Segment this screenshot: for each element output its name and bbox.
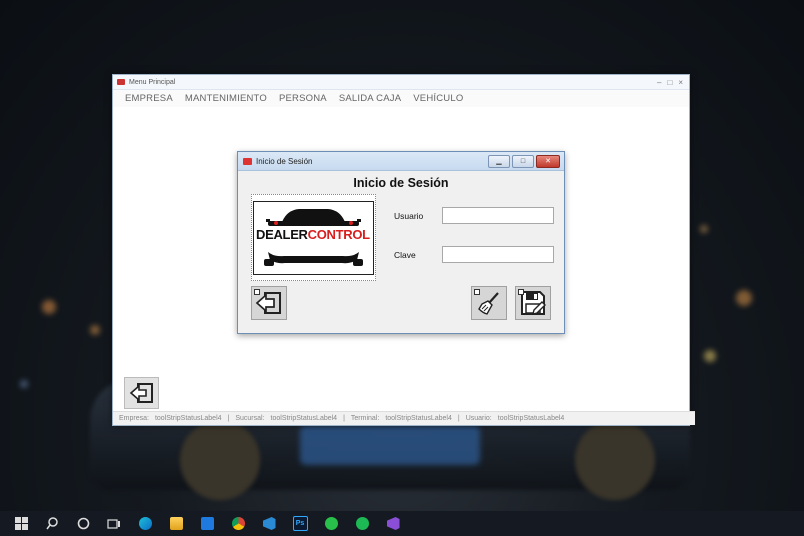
- main-exit-button[interactable]: [124, 377, 159, 409]
- logo-picture-box: DEALERCONTROL: [251, 194, 376, 281]
- login-heading: Inicio de Sesión: [353, 176, 449, 190]
- clave-label: Clave: [394, 250, 416, 260]
- status-empresa-label: Empresa:: [119, 415, 149, 422]
- task-view-icon[interactable]: [104, 514, 124, 534]
- status-usuario-value: toolStripStatusLabel4: [497, 415, 565, 422]
- logo-text-control: CONTROL: [307, 227, 370, 242]
- whatsapp-icon[interactable]: [321, 514, 341, 534]
- vscode-icon[interactable]: [259, 514, 279, 534]
- close-button[interactable]: ✕: [536, 154, 560, 168]
- mail-icon[interactable]: [197, 514, 217, 534]
- minimize-button[interactable]: ▁: [488, 154, 510, 168]
- menu-persona[interactable]: PERSONA: [279, 93, 327, 104]
- menu-salida-caja[interactable]: SALIDA CAJA: [339, 93, 401, 104]
- photoshop-icon[interactable]: Ps: [290, 514, 310, 534]
- status-terminal-label: Terminal:: [350, 415, 380, 422]
- maximize-button[interactable]: □: [512, 154, 534, 168]
- status-bar: Empresa: toolStripStatusLabel4 | Sucursa…: [113, 411, 695, 425]
- file-explorer-icon[interactable]: [166, 514, 186, 534]
- windows-taskbar: Ps: [0, 511, 804, 536]
- search-icon[interactable]: [42, 514, 62, 534]
- login-dialog: Inicio de Sesión ▁ □ ✕ Inicio de Sesión …: [237, 151, 565, 334]
- maximize-icon: □: [520, 157, 526, 165]
- visual-studio-icon[interactable]: [383, 514, 403, 534]
- edge-icon[interactable]: [135, 514, 155, 534]
- status-separator: |: [343, 415, 345, 422]
- chrome-icon[interactable]: [228, 514, 248, 534]
- menu-bar: EMPRESA MANTENIMIENTO PERSONA SALIDA CAJ…: [113, 90, 689, 107]
- windows-start-icon[interactable]: [11, 514, 31, 534]
- menu-mantenimiento[interactable]: MANTENIMIENTO: [185, 93, 267, 104]
- login-dialog-titlebar[interactable]: Inicio de Sesión ▁ □ ✕: [238, 152, 564, 171]
- status-separator: |: [227, 415, 230, 422]
- usuario-input[interactable]: [442, 207, 554, 224]
- clear-button[interactable]: [471, 286, 507, 320]
- app-icon: [117, 79, 125, 85]
- main-window-titlebar[interactable]: Menu Principal – □ ×: [113, 75, 689, 90]
- main-window-title: Menu Principal: [129, 78, 176, 86]
- cortana-icon[interactable]: [73, 514, 93, 534]
- clave-input[interactable]: [442, 246, 554, 263]
- status-sucursal-label: Sucursal:: [235, 415, 265, 422]
- minimize-icon: ▁: [496, 158, 502, 165]
- usuario-label: Usuario: [394, 211, 424, 221]
- menu-empresa[interactable]: EMPRESA: [125, 93, 173, 104]
- logo-text-dealer: DEALER: [256, 227, 308, 242]
- dealer-control-logo: DEALERCONTROL: [253, 201, 374, 275]
- exit-arrow-icon: [129, 383, 153, 403]
- status-sucursal-value: toolStripStatusLabel4: [270, 415, 338, 422]
- menu-vehiculo[interactable]: VEHÍCULO: [413, 93, 463, 104]
- status-separator: |: [457, 415, 460, 422]
- spotify-icon[interactable]: [352, 514, 372, 534]
- maximize-icon[interactable]: □: [667, 78, 672, 87]
- app-icon: [243, 157, 252, 165]
- save-button[interactable]: [515, 286, 551, 320]
- status-usuario-label: Usuario:: [465, 415, 492, 422]
- exit-button[interactable]: [251, 286, 287, 320]
- status-empresa-value: toolStripStatusLabel4: [154, 415, 222, 422]
- close-icon[interactable]: ×: [678, 78, 683, 87]
- close-icon: ✕: [545, 158, 551, 165]
- minimize-icon[interactable]: –: [657, 78, 661, 87]
- status-terminal-value: toolStripStatusLabel4: [385, 415, 452, 422]
- login-dialog-title: Inicio de Sesión: [256, 156, 313, 166]
